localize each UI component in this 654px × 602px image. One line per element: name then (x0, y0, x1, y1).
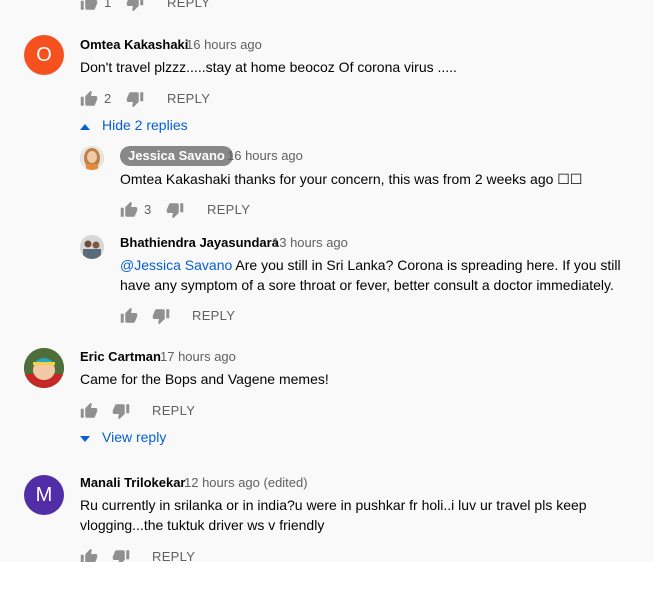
reply-button[interactable]: REPLY (192, 308, 235, 323)
dislike-button[interactable] (126, 90, 144, 108)
dislike-button[interactable] (112, 402, 130, 420)
dislike-button[interactable] (166, 201, 184, 219)
like-button[interactable] (80, 402, 98, 420)
comment-time[interactable]: 17 hours ago (160, 349, 236, 364)
like-button[interactable] (120, 201, 138, 219)
reply-button[interactable]: REPLY (152, 403, 195, 418)
action-bar: 2 REPLY (80, 90, 240, 110)
avatar[interactable] (80, 235, 104, 259)
caret-down-icon (80, 429, 96, 445)
dislike-button[interactable] (112, 548, 130, 562)
thumb-down-icon (126, 90, 144, 108)
comment-author[interactable]: Eric Cartman (80, 349, 161, 364)
action-bar: REPLY (120, 307, 280, 327)
caret-up-icon (80, 117, 96, 133)
comment-author[interactable]: Bhathiendra Jayasundara (120, 235, 279, 250)
like-button[interactable] (80, 90, 98, 108)
avatar[interactable] (24, 348, 64, 388)
comment-text: @Jessica Savano Are you still in Sri Lan… (120, 255, 621, 275)
comment-text: Came for the Bops and Vagene memes! (80, 371, 329, 387)
view-reply-button[interactable]: View reply (80, 429, 166, 445)
action-bar: REPLY (80, 402, 240, 422)
like-button[interactable] (80, 0, 98, 12)
avatar-image (80, 146, 104, 170)
like-button[interactable] (120, 307, 138, 325)
thumb-down-icon (112, 548, 130, 562)
thumb-up-icon (120, 307, 138, 325)
hide-replies-button[interactable]: Hide 2 replies (80, 117, 188, 133)
comment-text: Don't travel plzzz.....stay at home beoc… (80, 59, 457, 75)
comment-time[interactable]: 13 hours ago (272, 235, 348, 250)
hide-replies-label: Hide 2 replies (102, 117, 188, 133)
action-bar: REPLY (80, 548, 240, 562)
comment-time[interactable]: 12 hours ago (edited) (184, 475, 308, 490)
comment-author[interactable]: Omtea Kakashaki (80, 37, 188, 52)
reply-button[interactable]: REPLY (167, 0, 210, 10)
comment-author[interactable]: Manali Trilokekar (80, 475, 186, 490)
comment-text-line: vlogging...the tuktuk driver ws v friend… (80, 517, 325, 533)
thumb-up-icon (80, 548, 98, 562)
reply-button[interactable]: REPLY (207, 202, 250, 217)
action-bar: 1 REPLY (80, 0, 240, 14)
thumb-down-icon (126, 0, 144, 12)
dislike-button[interactable] (152, 307, 170, 325)
avatar-image (24, 348, 64, 388)
reply-button[interactable]: REPLY (152, 549, 195, 562)
thumb-up-icon (80, 402, 98, 420)
thumb-down-icon (166, 201, 184, 219)
avatar-letter: O (36, 43, 52, 66)
view-reply-label: View reply (102, 429, 167, 445)
thumb-down-icon (112, 402, 130, 420)
avatar[interactable]: M (24, 475, 64, 515)
reply-button[interactable]: REPLY (167, 91, 210, 106)
comment-text-line: Ru currently in srilanka or in india?u w… (80, 497, 587, 513)
thumb-down-icon (152, 307, 170, 325)
mention-link[interactable]: @Jessica Savano (120, 257, 232, 273)
thumb-up-icon (80, 90, 98, 108)
like-count: 2 (104, 91, 112, 106)
comment-time[interactable]: 16 hours ago (227, 148, 303, 163)
comments-panel: 1 REPLY O Omtea Kakashaki 16 hours ago D… (0, 0, 654, 562)
comment-text-line: have any symptom of a sore throat or fev… (120, 277, 614, 293)
comment-text-line: Are you still in Sri Lanka? Corona is sp… (232, 257, 621, 273)
avatar[interactable] (80, 146, 104, 170)
action-bar: 3 REPLY (120, 201, 280, 221)
avatar[interactable]: O (24, 35, 64, 75)
avatar-image (80, 235, 104, 259)
author-chip[interactable]: Jessica Savano (120, 146, 233, 166)
dislike-button[interactable] (126, 0, 144, 12)
comment-time[interactable]: 16 hours ago (186, 37, 262, 52)
avatar-letter: M (35, 483, 53, 506)
thumb-up-icon (80, 0, 98, 12)
like-button[interactable] (80, 548, 98, 562)
comment-text: Omtea Kakashaki thanks for your concern,… (120, 171, 583, 187)
like-count: 3 (144, 202, 152, 217)
like-count: 1 (104, 0, 112, 10)
thumb-up-icon (120, 201, 138, 219)
